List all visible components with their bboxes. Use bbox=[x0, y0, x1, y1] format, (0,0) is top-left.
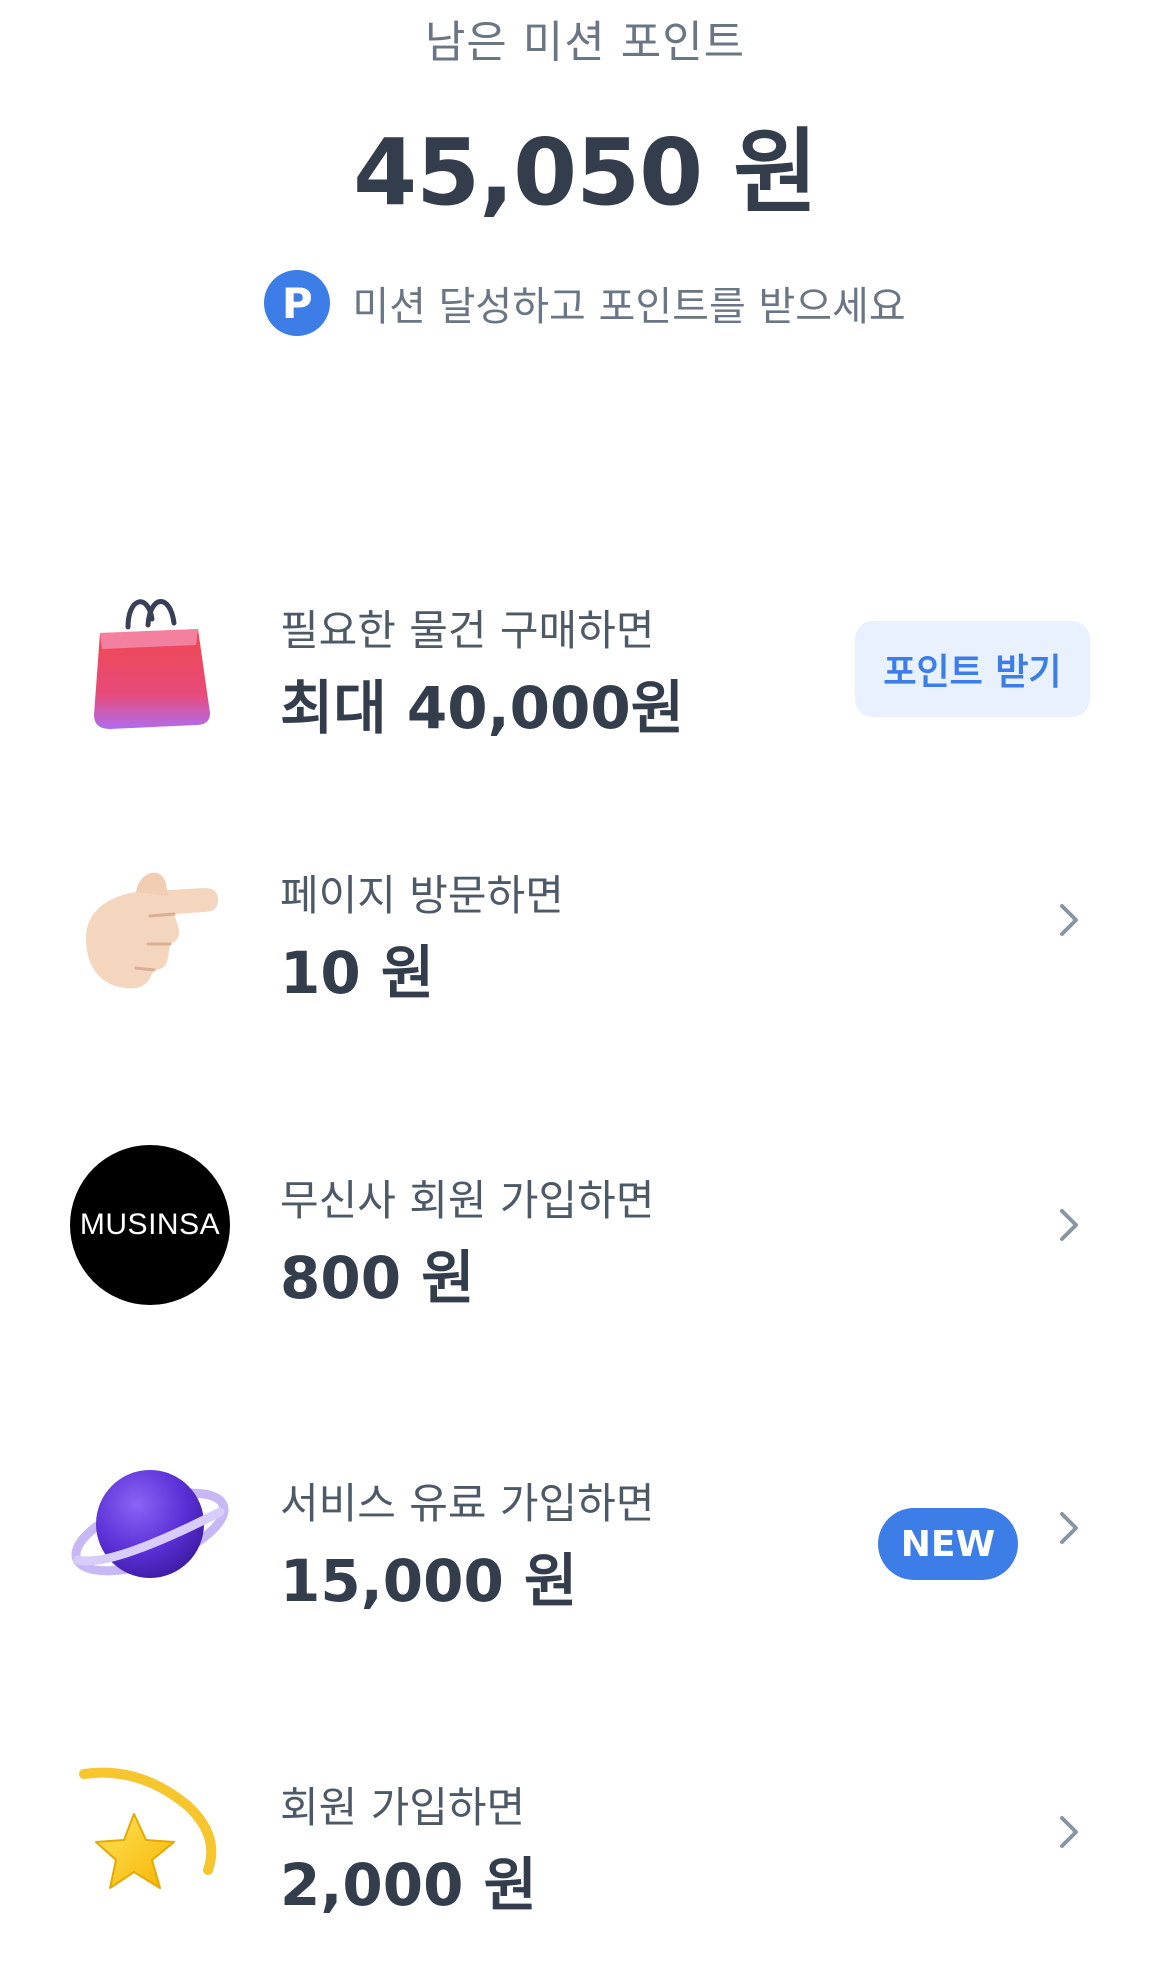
mission-title: 무신사 회원 가입하면 bbox=[280, 1176, 655, 1225]
remaining-points-amount: 45,050 원 bbox=[353, 119, 818, 226]
mission-title: 페이지 방문하면 bbox=[280, 871, 564, 920]
planet-icon bbox=[71, 1470, 229, 1578]
musinsa-logo: MUSINSA bbox=[70, 1145, 230, 1305]
mission-title: 서비스 유료 가입하면 bbox=[280, 1479, 655, 1528]
mission-title: 필요한 물건 구매하면 bbox=[280, 606, 655, 655]
pointing-hand-icon bbox=[86, 872, 218, 989]
mission-row-musinsa-signup[interactable]: MUSINSA 무신사 회원 가입하면 800 원 bbox=[0, 1125, 1170, 1325]
remaining-points-label: 남은 미션 포인트 bbox=[424, 17, 746, 68]
mission-row-signup[interactable]: 회원 가입하면 2,000 원 bbox=[0, 1732, 1170, 1932]
point-badge-icon: P bbox=[264, 270, 331, 336]
mission-reward: 15,000 원 bbox=[280, 1547, 578, 1615]
chevron-right-icon[interactable] bbox=[1042, 892, 1098, 948]
mission-reward: 2,000 원 bbox=[280, 1851, 538, 1919]
chevron-right-icon[interactable] bbox=[1042, 1197, 1098, 1253]
mission-reward: 10 원 bbox=[280, 939, 435, 1007]
mission-hint-text: 미션 달성하고 포인트를 받으세요 bbox=[352, 284, 906, 330]
chevron-right-icon[interactable] bbox=[1042, 1500, 1098, 1556]
shopping-bag-icon bbox=[94, 599, 210, 729]
get-points-button[interactable]: 포인트 받기 bbox=[855, 621, 1090, 717]
mission-row-paid-subscription[interactable]: 서비스 유료 가입하면 15,000 원 NEW bbox=[0, 1428, 1170, 1628]
mission-reward: 최대 40,000원 bbox=[280, 674, 685, 742]
mission-row-purchase[interactable]: 필요한 물건 구매하면 최대 40,000원 포인트 받기 bbox=[0, 555, 1170, 755]
mission-title: 회원 가입하면 bbox=[280, 1783, 526, 1832]
mission-reward: 800 원 bbox=[280, 1244, 475, 1312]
new-badge: NEW bbox=[878, 1508, 1018, 1580]
star-icon bbox=[79, 1767, 217, 1889]
mission-row-page-visit[interactable]: 페이지 방문하면 10 원 bbox=[0, 820, 1170, 1020]
chevron-right-icon[interactable] bbox=[1042, 1804, 1098, 1860]
mission-hint: P 미션 달성하고 포인트를 받으세요 bbox=[0, 268, 1170, 338]
